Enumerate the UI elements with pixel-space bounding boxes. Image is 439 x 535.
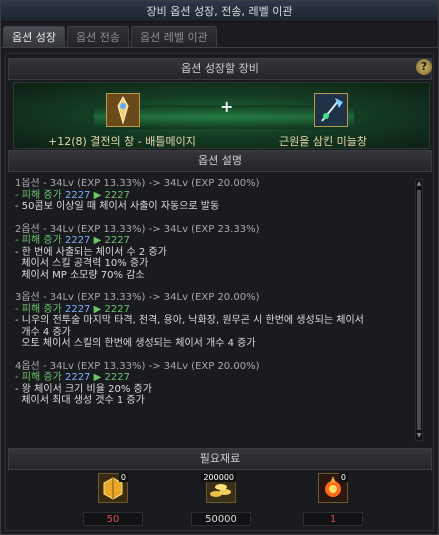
damage-label: - 피해 증가 [15,235,62,246]
window-title: 장비 옵션 성장, 전송, 레벨 이관 [1,1,438,22]
scroll-up-icon[interactable]: ▲ [416,181,422,187]
spear-icon [107,94,139,126]
effect-line: - 왕 체이서 크기 비율 20% 증가 [15,383,152,395]
required-count: 50000 [191,512,251,526]
required-count: 50 [83,512,143,526]
tab-divider [1,47,438,48]
effect-line: 체이서 MP 소모량 70% 감소 [15,269,145,281]
option-description-list: 1옵션 - 34Lv (EXP 13.33%) -> 34Lv (EXP 20.… [15,178,419,442]
materials-section-header: 필요재료 [8,448,432,470]
description-scrollbar[interactable]: ▲ ▼ [415,179,423,441]
effect-line: 오토 체이서 스킬의 한번에 생성되는 체이서 개수 4 증가 [15,338,256,349]
owned-count: 200000 [201,473,236,482]
materials-list: 0 50 200000 50000 0 1 [13,473,430,531]
option-block-3: 3옵션 - 34Lv (EXP 13.33%) -> 34Lv (EXP 20.… [15,292,419,350]
material-slot-2[interactable]: 200000 50000 [191,473,251,526]
target-item-slot[interactable] [314,93,348,127]
arrow-icon: ▶ [93,372,102,383]
tab-option-level-transfer[interactable]: 옵션 레벨 이관 [130,26,217,47]
arrow-icon: ▶ [93,303,102,315]
scroll-thumb[interactable] [417,190,421,430]
damage-from: 2227 [64,189,91,201]
tab-bar: 옵션 성장 옵션 전송 옵션 레벨 이관 [3,26,217,48]
damage-from: 2227 [64,235,91,246]
material-icon-box: 0 [98,473,128,503]
damage-label: - 피해 증가 [15,372,62,383]
material-icon-box: 200000 [201,473,236,503]
growth-section-header: 옵션 성장할 장비 [8,58,432,80]
option-title: 3옵션 - 34Lv (EXP 13.33%) -> 34Lv (EXP 20.… [15,292,260,303]
damage-line: - 피해 증가 2227 ▶ 2227 [15,235,419,247]
owned-count: 0 [338,473,348,482]
effect-line: - 한 번에 사출되는 체이서 수 2 증가 [15,246,167,258]
material-slot-1[interactable]: 0 50 [83,473,143,526]
damage-label: - 피해 증가 [15,189,62,201]
damage-to: 2227 [104,303,130,315]
source-item-slot[interactable] [106,93,140,127]
plus-icon: + [220,97,234,116]
material-slot-3[interactable]: 0 1 [303,473,363,526]
damage-from: 2227 [64,303,91,315]
tab-option-growth[interactable]: 옵션 성장 [3,26,65,47]
option-block-2: 2옵션 - 34Lv (EXP 13.33%) -> 34Lv (EXP 23.… [15,224,419,282]
option-title: 4옵션 - 34Lv (EXP 13.33%) -> 34Lv (EXP 20.… [15,360,260,372]
halberd-icon [315,94,347,126]
target-item-name: 근원을 삼킨 미늘창 [279,135,367,148]
required-count: 1 [303,512,363,526]
damage-line: - 피해 증가 2227 ▶ 2227 [15,304,419,316]
effect-line: - 니우의 전투술 마지막 타격, 천격, 용아, 낙화장, 원무곤 시 한번에… [15,315,364,326]
owned-count: 0 [118,473,128,482]
damage-to: 2227 [104,189,130,201]
option-title: 1옵션 - 34Lv (EXP 13.33%) -> 34Lv (EXP 20.… [15,178,260,189]
source-item-name: +12(8) 결전의 창 - 배틀메이지 [48,135,196,148]
arrow-icon: ▶ [93,235,102,246]
effect-line: 개수 4 증가 [15,326,71,338]
damage-to: 2227 [104,235,130,246]
material-icon-box: 0 [318,473,348,503]
equipment-banner: + +12(8) 결전의 창 - 배틀메이지 근원을 삼킨 미늘창 [13,82,430,149]
effect-line: 체이서 최대 생성 갯수 1 증가 [15,395,145,406]
option-block-1: 1옵션 - 34Lv (EXP 13.33%) -> 34Lv (EXP 20.… [15,178,419,213]
damage-to: 2227 [104,372,130,383]
arrow-icon: ▶ [93,189,102,201]
description-section-header: 옵션 설명 [8,150,432,172]
damage-line: - 피해 증가 2227 ▶ 2227 [15,372,419,384]
damage-label: - 피해 증가 [15,303,62,315]
option-block-4: 4옵션 - 34Lv (EXP 13.33%) -> 34Lv (EXP 20.… [15,361,419,407]
help-icon[interactable]: ? [416,59,432,75]
option-growth-window: 장비 옵션 성장, 전송, 레벨 이관 옵션 성장 옵션 전송 옵션 레벨 이관… [0,0,439,535]
damage-line: - 피해 증가 2227 ▶ 2227 [15,190,419,202]
scroll-down-icon[interactable]: ▼ [416,433,422,439]
tab-option-transfer[interactable]: 옵션 전송 [66,26,129,47]
option-title: 2옵션 - 34Lv (EXP 13.33%) -> 34Lv (EXP 23.… [15,223,260,235]
effect-line: - 50콤보 이상일 때 체이서 사출이 자동으로 발동 [15,201,220,212]
effect-line: 체이서 스킬 공격력 10% 증가 [15,258,149,269]
damage-from: 2227 [64,372,91,383]
